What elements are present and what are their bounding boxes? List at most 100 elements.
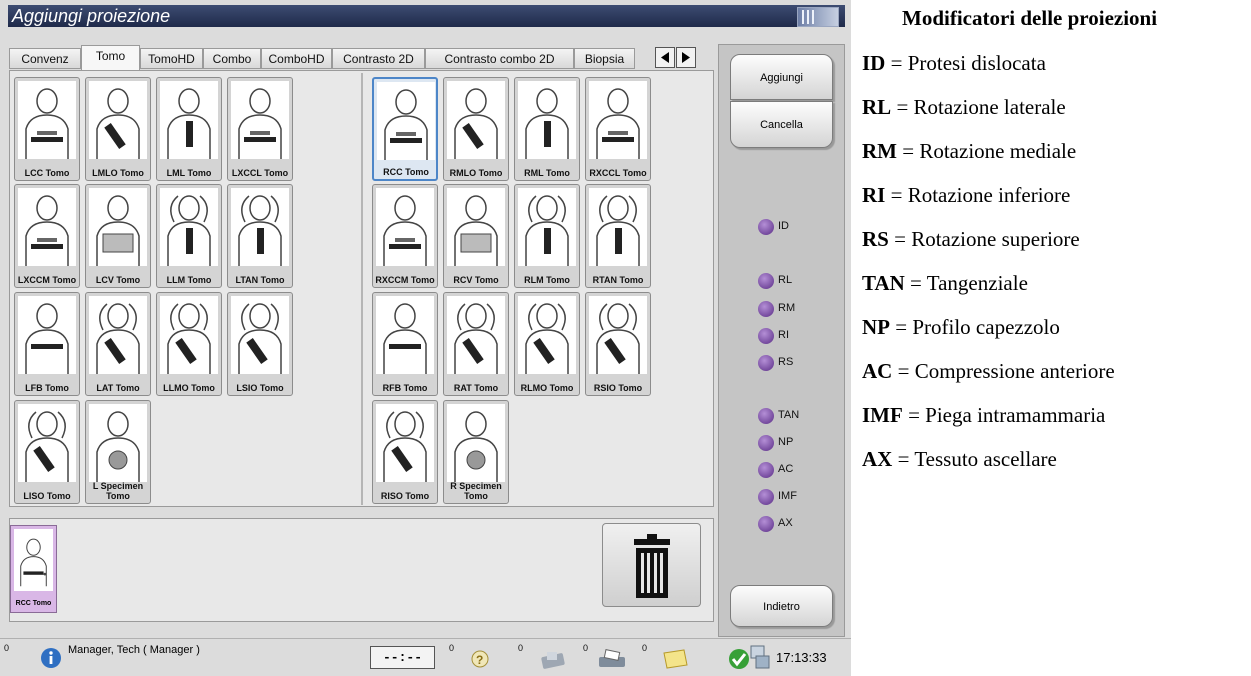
- tab-contrasto-2d[interactable]: Contrasto 2D: [332, 48, 425, 69]
- view-tile-rmlo-tomo[interactable]: RMLO Tomo: [443, 77, 509, 181]
- tab-tomohd[interactable]: TomoHD: [140, 48, 203, 69]
- printer-icon[interactable]: [597, 649, 627, 671]
- view-tile-rcv-tomo[interactable]: RCV Tomo: [443, 184, 509, 288]
- view-tile-lcc-tomo[interactable]: LCC Tomo: [14, 77, 80, 181]
- view-tile-rsio-tomo[interactable]: RSIO Tomo: [585, 292, 651, 396]
- tab-contrasto-combo-2d[interactable]: Contrasto combo 2D: [425, 48, 574, 69]
- trash-can-icon: [634, 534, 670, 598]
- view-tile-rtan-tomo[interactable]: RTAN Tomo: [585, 184, 651, 288]
- tab-scroll-left-button[interactable]: [655, 47, 675, 68]
- xccm-view-icon: [376, 188, 434, 266]
- view-tile-label: LXCCL Tomo: [231, 168, 289, 178]
- specimen-view-icon: [89, 404, 147, 482]
- info-icon[interactable]: [40, 647, 62, 669]
- status-count: 0: [449, 643, 455, 653]
- system-ready-check-icon[interactable]: [728, 648, 750, 670]
- view-tile-lat-tomo[interactable]: LAT Tomo: [85, 292, 151, 396]
- legend-item: NP = Profilo capezzolo: [862, 315, 1060, 340]
- legend-separator: =: [888, 227, 912, 251]
- detector-icon[interactable]: [538, 649, 570, 671]
- view-tile-label: LCC Tomo: [24, 168, 70, 178]
- view-tile-rlm-tomo[interactable]: RLM Tomo: [514, 184, 580, 288]
- cc-view-icon: [377, 82, 435, 160]
- view-tile-label: RXCCM Tomo: [375, 275, 435, 285]
- status-count: 0: [518, 643, 524, 653]
- view-tile-liso-tomo[interactable]: LISO Tomo: [14, 400, 80, 504]
- tab-convenz[interactable]: Convenz: [9, 48, 81, 69]
- delete-button[interactable]: [602, 523, 701, 607]
- modifier-label: RM: [778, 302, 796, 314]
- xccl-view-icon: [589, 81, 647, 159]
- help-icon[interactable]: ?: [470, 649, 490, 669]
- view-tile-lsio-tomo[interactable]: LSIO Tomo: [227, 292, 293, 396]
- tab-combohd[interactable]: ComboHD: [261, 48, 332, 69]
- modifier-label: IMF: [778, 490, 797, 502]
- clear-button[interactable]: Cancella: [730, 101, 833, 148]
- view-tile-label: LCV Tomo: [95, 275, 141, 285]
- view-tile-llm-tomo[interactable]: LLM Tomo: [156, 184, 222, 288]
- view-tile-llmo-tomo[interactable]: LLMO Tomo: [156, 292, 222, 396]
- selected-view-rcc-tomo[interactable]: RCC Tomo: [10, 525, 57, 613]
- view-tile-label: RTAN Tomo: [592, 275, 644, 285]
- modifier-label: NP: [778, 436, 794, 448]
- status-bar: 0 Manager, Tech ( Manager ) --:-- 0 ? 0 …: [0, 638, 851, 676]
- status-count: 0: [642, 643, 648, 653]
- view-tile-riso-tomo[interactable]: RISO Tomo: [372, 400, 438, 504]
- sio-view-icon: [589, 296, 647, 374]
- view-tile-rfb-tomo[interactable]: RFB Tomo: [372, 292, 438, 396]
- cc-view-icon: [18, 81, 76, 159]
- legend-separator: =: [891, 95, 914, 119]
- notes-icon[interactable]: [660, 647, 690, 669]
- legend-code: NP: [862, 315, 890, 339]
- view-tile-r-specimen-tomo[interactable]: R Specimen Tomo: [443, 400, 509, 504]
- view-tile-rlmo-tomo[interactable]: RLMO Tomo: [514, 292, 580, 396]
- view-tile-lmlo-tomo[interactable]: LMLO Tomo: [85, 77, 151, 181]
- view-tile-lcv-tomo[interactable]: LCV Tomo: [85, 184, 151, 288]
- status-count: 0: [4, 643, 10, 653]
- xccl-view-icon: [231, 81, 289, 159]
- legend-description: Protesi dislocata: [907, 51, 1046, 75]
- tab-scroll-right-button[interactable]: [676, 47, 696, 68]
- add-button[interactable]: Aggiungi: [730, 54, 833, 100]
- legend-separator: =: [885, 183, 908, 207]
- tab-combo[interactable]: Combo: [203, 48, 261, 69]
- legend-separator: =: [897, 139, 920, 163]
- view-tile-rml-tomo[interactable]: RML Tomo: [514, 77, 580, 181]
- view-tile-lxccl-tomo[interactable]: LXCCL Tomo: [227, 77, 293, 181]
- modifier-label: ID: [778, 220, 789, 232]
- view-tile-label: LLM Tomo: [166, 275, 212, 285]
- legend-description: Rotazione superiore: [911, 227, 1080, 251]
- mlo-view-icon: [89, 81, 147, 159]
- svg-text:?: ?: [476, 653, 483, 667]
- lm-view-icon: [160, 188, 218, 266]
- view-tile-rat-tomo[interactable]: RAT Tomo: [443, 292, 509, 396]
- view-tile-label: RSIO Tomo: [593, 383, 643, 393]
- view-tile-rxccl-tomo[interactable]: RXCCL Tomo: [585, 77, 651, 181]
- legend-item: AC = Compressione anteriore: [862, 359, 1115, 384]
- window-title: Aggiungi proiezione: [12, 6, 171, 26]
- back-button[interactable]: Indietro: [730, 585, 833, 627]
- view-tile-label: RLMO Tomo: [520, 383, 574, 393]
- network-icon[interactable]: [749, 644, 771, 670]
- tab-biopsia[interactable]: Biopsia: [574, 48, 635, 69]
- legend-item: IMF = Piega intramammaria: [862, 403, 1105, 428]
- legend-code: AX: [862, 447, 893, 471]
- view-tile-lfb-tomo[interactable]: LFB Tomo: [14, 292, 80, 396]
- legend-code: RS: [862, 227, 889, 251]
- view-tile-lml-tomo[interactable]: LML Tomo: [156, 77, 222, 181]
- xccm-view-icon: [18, 188, 76, 266]
- tab-tomo[interactable]: Tomo: [81, 45, 140, 70]
- view-tile-l-specimen-tomo[interactable]: L Specimen Tomo: [85, 400, 151, 504]
- iso-view-icon: [18, 404, 76, 482]
- legend-item: RS = Rotazione superiore: [862, 227, 1080, 252]
- current-user: Manager, Tech ( Manager ): [68, 644, 200, 656]
- legend-code: AC: [862, 359, 893, 383]
- selected-view-label: RCC Tomo: [15, 600, 52, 607]
- legend-code: RM: [862, 139, 897, 163]
- view-tile-ltan-tomo[interactable]: LTAN Tomo: [227, 184, 293, 288]
- view-tile-rcc-tomo[interactable]: RCC Tomo: [372, 77, 438, 181]
- view-tile-rxccm-tomo[interactable]: RXCCM Tomo: [372, 184, 438, 288]
- view-tile-label: LLMO Tomo: [163, 383, 215, 393]
- app-logo-icon: [797, 7, 839, 27]
- view-tile-lxccm-tomo[interactable]: LXCCM Tomo: [14, 184, 80, 288]
